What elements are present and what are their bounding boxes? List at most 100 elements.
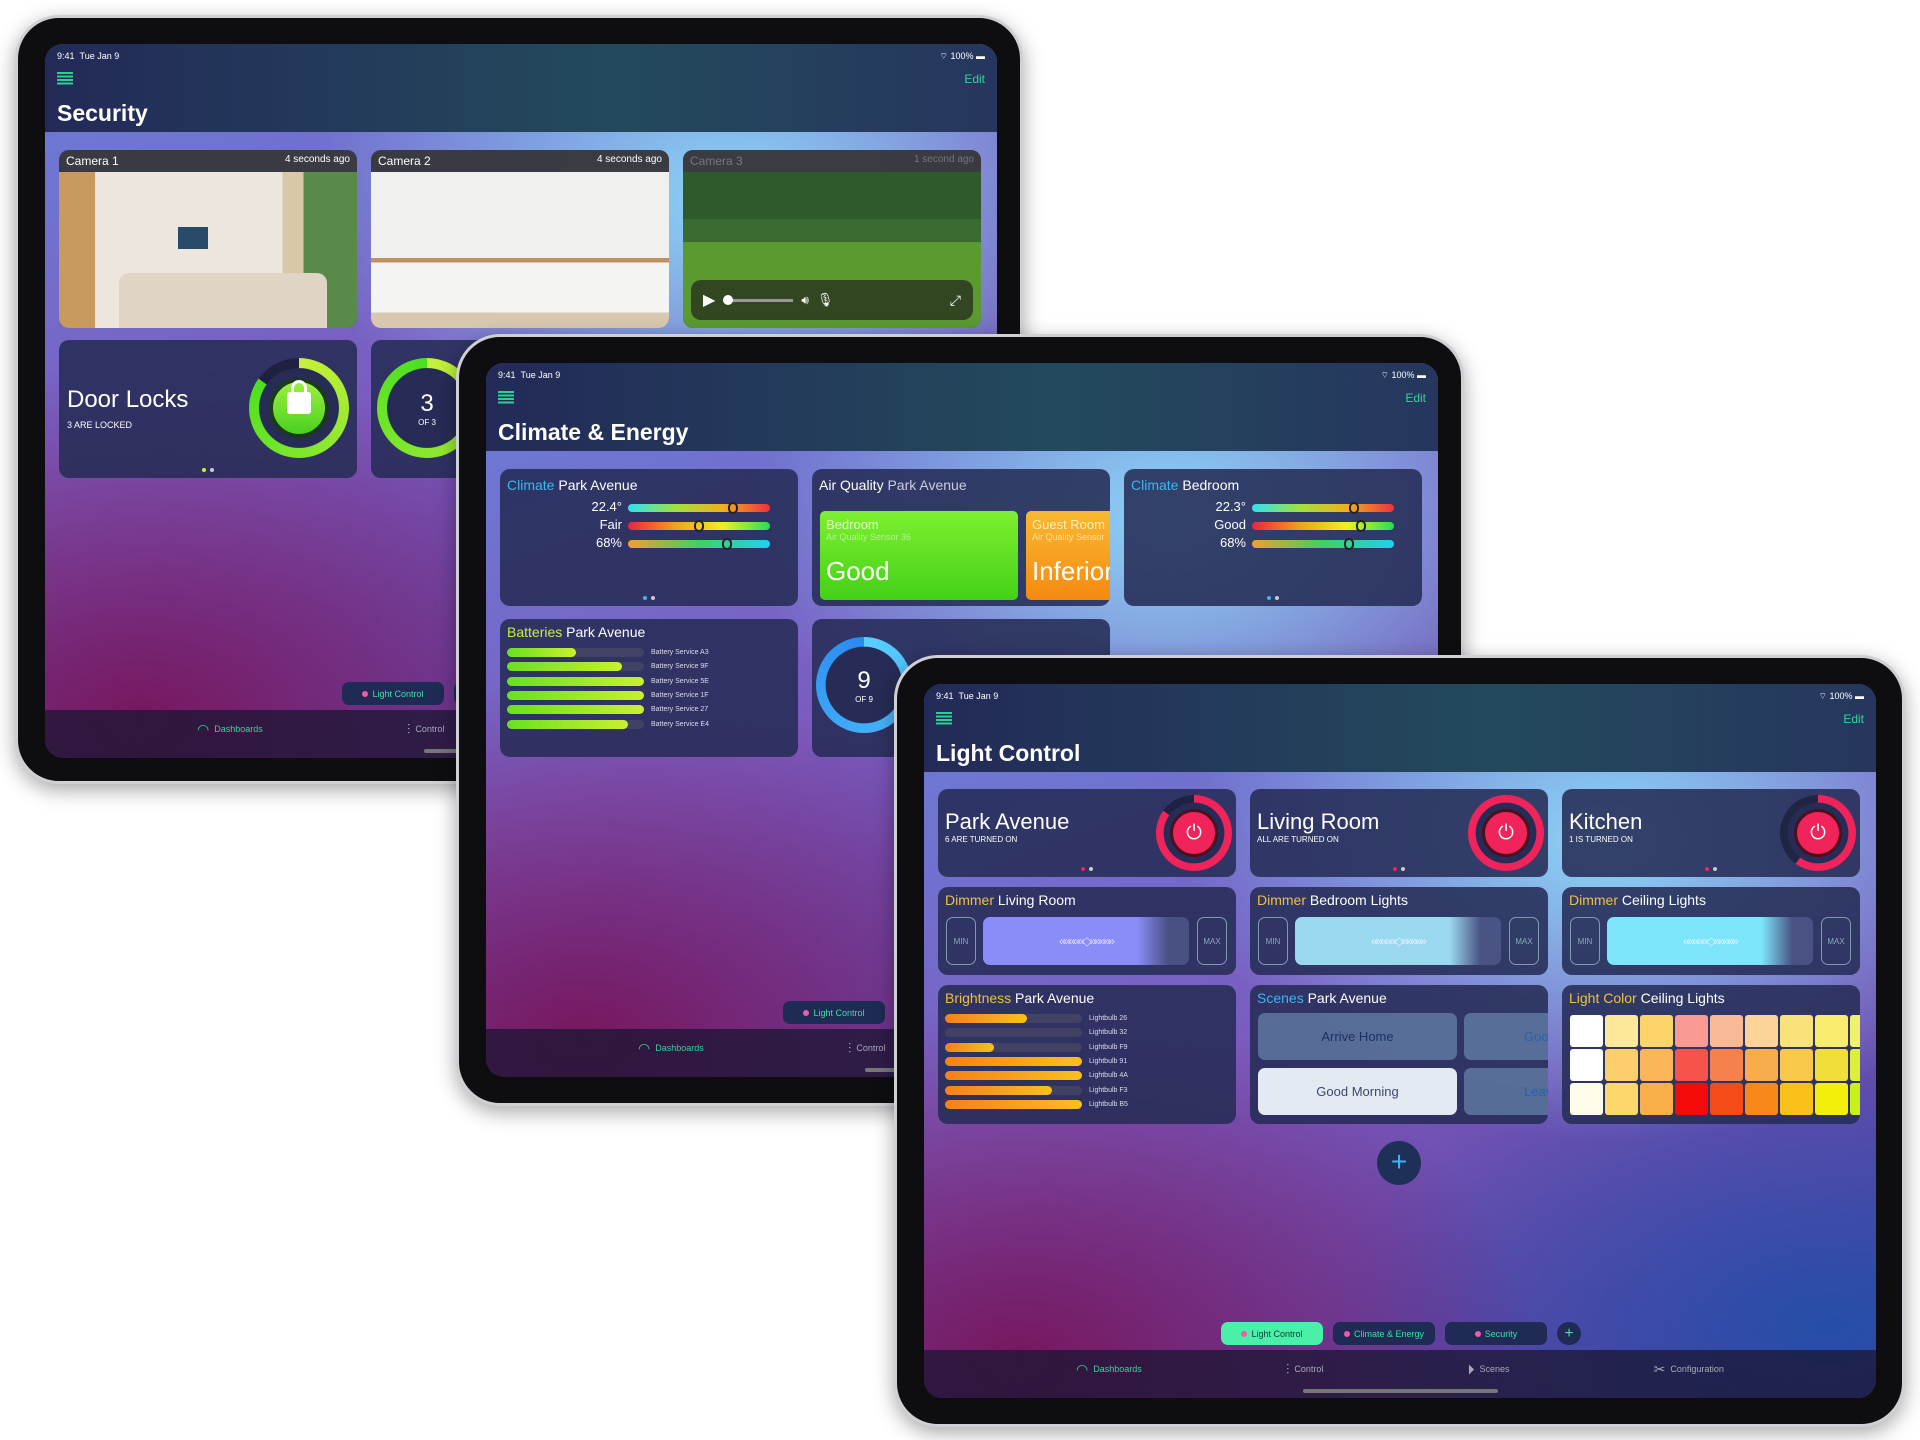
scene-button[interactable]: Good Morning (1258, 1068, 1457, 1115)
color-swatch[interactable] (1675, 1083, 1708, 1115)
scenes-card[interactable]: Scenes Park Avenue Arrive Home Goo Good … (1250, 985, 1548, 1124)
dimmer-card[interactable]: Dimmer Ceiling Lights MIN «««««◇»»»»» MAX (1562, 887, 1860, 975)
power-button[interactable]: ⏻ (1482, 809, 1530, 857)
pill-light-control[interactable]: Light Control (1221, 1322, 1323, 1345)
climate-park-card[interactable]: Climate Park Avenue 22.4° Fair 68% (500, 469, 798, 606)
max-button[interactable]: MAX (1821, 917, 1851, 965)
slider-knob[interactable] (728, 502, 739, 514)
color-swatch[interactable] (1675, 1015, 1708, 1047)
min-button[interactable]: MIN (946, 917, 976, 965)
min-button[interactable]: MIN (1258, 917, 1288, 965)
dimmer-slider[interactable]: «««««◇»»»»» (983, 917, 1189, 965)
edit-button[interactable]: Edit (1843, 712, 1864, 726)
slider-knob[interactable] (1343, 538, 1354, 550)
play-icon[interactable]: ▶ (703, 290, 715, 310)
color-swatch[interactable] (1850, 1049, 1860, 1081)
max-button[interactable]: MAX (1509, 917, 1539, 965)
dimmer-slider[interactable]: «««««◇»»»»» (1607, 917, 1813, 965)
menu-icon[interactable] (57, 72, 73, 85)
tab-scenes[interactable]: ⏵ Scenes (1468, 1361, 1510, 1378)
light-color-card[interactable]: Light Color Ceiling Lights (1562, 985, 1860, 1124)
color-swatch[interactable] (1745, 1049, 1778, 1081)
dimmer-card[interactable]: Dimmer Bedroom Lights MIN «««««◇»»»»» MAX (1250, 887, 1548, 975)
pill-light-control[interactable]: Light Control (342, 682, 444, 705)
pill-security[interactable]: Security (1445, 1322, 1547, 1345)
color-swatch[interactable] (1745, 1015, 1778, 1047)
power-card[interactable]: Kitchen 1 IS TURNED ON ⏻ (1562, 789, 1860, 877)
color-swatch[interactable] (1780, 1083, 1813, 1115)
color-swatch[interactable] (1640, 1049, 1673, 1081)
color-swatch[interactable] (1605, 1083, 1638, 1115)
tab-dashboards[interactable]: ◠ Dashboards (638, 1040, 704, 1057)
color-swatch[interactable] (1605, 1049, 1638, 1081)
microphone-icon[interactable]: 🎙︎ (817, 292, 834, 308)
color-swatch[interactable] (1780, 1049, 1813, 1081)
min-button[interactable]: MIN (1570, 917, 1600, 965)
color-swatch[interactable] (1710, 1049, 1743, 1081)
air-quality-card[interactable]: Air Quality Park Avenue Bedroom Air Qual… (812, 469, 1110, 606)
color-swatch[interactable] (1815, 1015, 1848, 1047)
color-swatch[interactable] (1640, 1015, 1673, 1047)
slider-knob[interactable] (722, 538, 733, 550)
fullscreen-icon[interactable]: ⤢ (950, 292, 961, 309)
dimmer-card[interactable]: Dimmer Living Room MIN «««««◇»»»»» MAX (938, 887, 1236, 975)
add-dashboard-button[interactable]: + (1557, 1322, 1581, 1345)
slider-knob[interactable] (1349, 502, 1360, 514)
gradient-slider[interactable] (628, 538, 770, 550)
color-swatch[interactable] (1815, 1083, 1848, 1115)
color-swatch[interactable] (1675, 1049, 1708, 1081)
air-tile-bedroom[interactable]: Bedroom Air Quality Sensor 36 Good (820, 511, 1018, 600)
color-swatch[interactable] (1850, 1015, 1860, 1047)
dimmer-slider[interactable]: «««««◇»»»»» (1295, 917, 1501, 965)
color-swatch[interactable] (1850, 1083, 1860, 1115)
power-button[interactable]: ⏻ (1794, 809, 1842, 857)
tab-dashboards[interactable]: ◠ Dashboards (197, 721, 263, 738)
add-widget-button[interactable]: + (1377, 1141, 1421, 1185)
batteries-card[interactable]: Batteries Park Avenue Battery Service A3… (500, 619, 798, 757)
tab-control[interactable]: ⫶ Control (1286, 1361, 1324, 1378)
tab-dashboards[interactable]: ◠ Dashboards (1076, 1361, 1142, 1378)
camera-card[interactable]: Camera 24 seconds ago (371, 150, 669, 328)
pill-light-control[interactable]: Light Control (783, 1001, 885, 1024)
color-swatch[interactable] (1570, 1015, 1603, 1047)
tab-configuration[interactable]: ✂ Configuration (1654, 1361, 1724, 1378)
color-swatch[interactable] (1745, 1083, 1778, 1115)
pill-climate-energy[interactable]: Climate & Energy (1333, 1322, 1435, 1345)
color-swatch[interactable] (1570, 1083, 1603, 1115)
slider-knob[interactable] (1356, 520, 1367, 532)
edit-button[interactable]: Edit (964, 72, 985, 86)
gradient-slider[interactable] (628, 502, 770, 514)
menu-icon[interactable] (936, 712, 952, 725)
air-tile-guest-room[interactable]: Guest Room Air Quality Sensor Inferior (1026, 511, 1110, 600)
gradient-slider[interactable] (628, 520, 770, 532)
scene-button[interactable]: Arrive Home (1258, 1013, 1457, 1060)
slider-knob[interactable] (694, 520, 704, 532)
power-card[interactable]: Park Avenue 6 ARE TURNED ON ⏻ (938, 789, 1236, 877)
power-card[interactable]: Living Room ALL ARE TURNED ON ⏻ (1250, 789, 1548, 877)
edit-button[interactable]: Edit (1405, 391, 1426, 405)
scene-button[interactable]: Goo (1464, 1013, 1548, 1060)
tab-control[interactable]: ⫶ Control (407, 721, 445, 738)
gradient-slider[interactable] (1252, 538, 1394, 550)
door-locks-card[interactable]: Door Locks 3 ARE LOCKED (59, 340, 357, 478)
gradient-slider[interactable] (1252, 502, 1394, 514)
scene-button[interactable]: Leav (1464, 1068, 1548, 1115)
card-title: Climate Bedroom (1131, 477, 1240, 493)
camera-card[interactable]: ▶ 🔊︎ 🎙︎ ⤢ Camera 31 second ago (683, 150, 981, 328)
camera-card[interactable]: Camera 14 seconds ago (59, 150, 357, 328)
tab-control[interactable]: ⫶ Control (848, 1040, 886, 1057)
volume-slider[interactable] (723, 294, 794, 305)
color-swatch[interactable] (1710, 1015, 1743, 1047)
color-swatch[interactable] (1780, 1015, 1813, 1047)
climate-bedroom-card[interactable]: Climate Bedroom 22.3° Good 68% (1124, 469, 1422, 606)
color-swatch[interactable] (1815, 1049, 1848, 1081)
color-swatch[interactable] (1570, 1049, 1603, 1081)
power-button[interactable]: ⏻ (1170, 809, 1218, 857)
color-swatch[interactable] (1605, 1015, 1638, 1047)
color-swatch[interactable] (1710, 1083, 1743, 1115)
color-swatch[interactable] (1640, 1083, 1673, 1115)
menu-icon[interactable] (498, 391, 514, 404)
brightness-card[interactable]: Brightness Park Avenue Lightbulb 26 Light… (938, 985, 1236, 1124)
gradient-slider[interactable] (1252, 520, 1394, 532)
max-button[interactable]: MAX (1197, 917, 1227, 965)
